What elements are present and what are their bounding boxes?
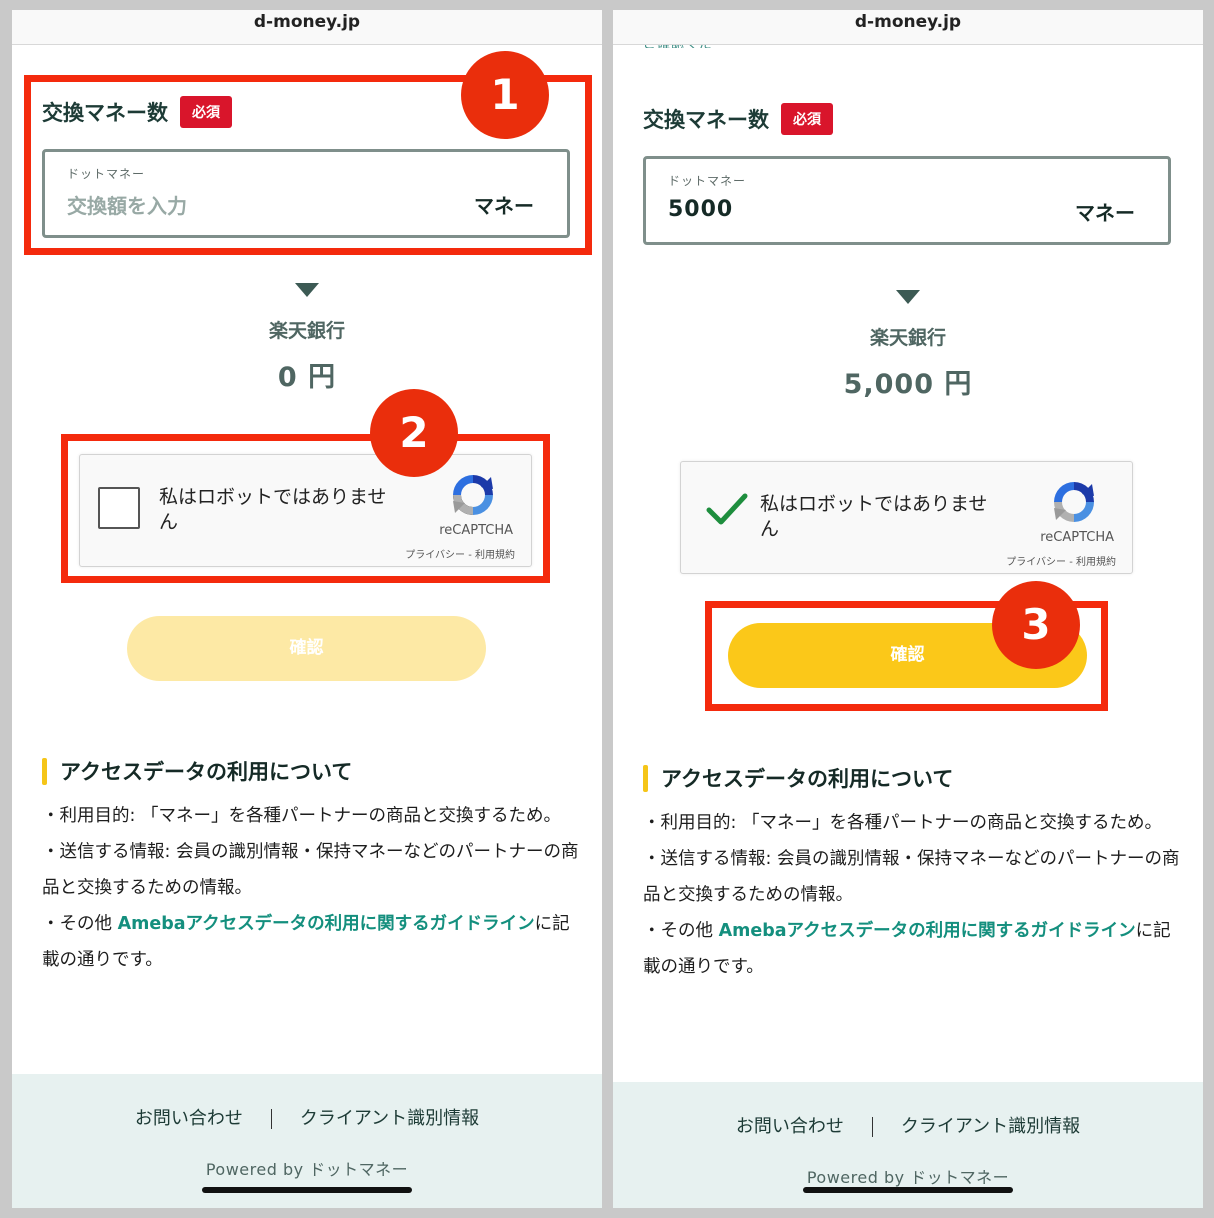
bank-amount: 5,000 円 xyxy=(843,369,973,400)
info-purpose: ・利用目的: 「マネー」を各種パートナーの商品と交換するため。 xyxy=(42,806,561,826)
heading-accent-bar xyxy=(643,764,648,792)
recaptcha-privacy-terms-links[interactable]: プライバシー - 利用規約 xyxy=(1006,553,1116,568)
access-data-heading: アクセスデータの利用について xyxy=(643,763,953,793)
footer-separator xyxy=(270,1109,272,1129)
client-info-link[interactable]: クライアント識別情報 xyxy=(901,1116,1080,1137)
contact-link[interactable]: お問い合わせ xyxy=(135,1108,243,1129)
footer: お問い合わせ クライアント識別情報 Powered by ドットマネー xyxy=(12,1074,602,1208)
amount-value: 5000 xyxy=(668,197,734,222)
step-marker-3: 3 xyxy=(992,581,1080,669)
footer: お問い合わせ クライアント識別情報 Powered by ドットマネー xyxy=(613,1082,1203,1208)
url-bar[interactable]: d-money.jp xyxy=(613,10,1203,45)
dot-money-caption: ドットマネー xyxy=(668,174,747,188)
home-indicator xyxy=(803,1187,1013,1193)
recaptcha-widget: 私はロボットではありません reCAPTCHA プライバシー - 利用規約 xyxy=(680,461,1133,574)
step-marker-2: 2 xyxy=(370,389,458,477)
heading-accent-bar xyxy=(42,757,47,785)
triangle-down-icon xyxy=(896,290,920,304)
exchange-amount-title: 交換マネー数 必須 xyxy=(643,103,833,135)
powered-by: Powered by ドットマネー xyxy=(806,1168,1010,1187)
bank-name: 楽天銀行 xyxy=(869,327,946,349)
info-other: ・その他 Amebaアクセスデータの利用に関するガイドラインに記載の通りです。 xyxy=(643,913,1183,985)
guideline-link[interactable]: Amebaアクセスデータの利用に関するガイドライン xyxy=(719,921,1136,941)
info-other: ・その他 Amebaアクセスデータの利用に関するガイドラインに記載の通りです。 xyxy=(42,906,582,978)
url-text: d-money.jp xyxy=(854,12,962,32)
contact-link[interactable]: お問い合わせ xyxy=(736,1116,844,1137)
footer-separator xyxy=(871,1117,873,1137)
bank-amount: 0 円 xyxy=(277,362,337,393)
access-data-body: ・利用目的: 「マネー」を各種パートナーの商品と交換するため。 ・送信する情報:… xyxy=(42,798,582,978)
info-purpose: ・利用目的: 「マネー」を各種パートナーの商品と交換するため。 xyxy=(643,813,1162,833)
url-bar[interactable]: d-money.jp xyxy=(12,10,602,45)
captcha-label: 私はロボットではありません xyxy=(760,493,988,540)
checkmark-icon[interactable] xyxy=(705,488,749,532)
guideline-link[interactable]: Amebaアクセスデータの利用に関するガイドライン xyxy=(118,914,535,934)
exchange-amount-input[interactable]: ドットマネー 5000 マネー xyxy=(643,156,1171,245)
client-info-link[interactable]: クライアント識別情報 xyxy=(300,1108,479,1129)
info-sent-data: ・送信する情報: 会員の識別情報・保持マネーなどのパートナーの商品と交換するため… xyxy=(42,842,579,898)
recaptcha-logo-icon xyxy=(1054,482,1094,522)
footer-links: お問い合わせ クライアント識別情報 xyxy=(12,1104,602,1130)
highlight-box-step-2 xyxy=(61,434,550,583)
info-other-prefix: ・その他 xyxy=(643,921,719,941)
url-text: d-money.jp xyxy=(253,12,361,32)
info-other-prefix: ・その他 xyxy=(42,914,118,934)
bank-name: 楽天銀行 xyxy=(268,320,345,342)
access-data-body: ・利用目的: 「マネー」を各種パートナーの商品と交換するため。 ・送信する情報:… xyxy=(643,805,1183,985)
exchange-amount-label: 交換マネー数 xyxy=(643,108,769,132)
info-sent-data: ・送信する情報: 会員の識別情報・保持マネーなどのパートナーの商品と交換するため… xyxy=(643,849,1180,905)
access-data-heading: アクセスデータの利用について xyxy=(42,756,352,786)
footer-links: お問い合わせ クライアント識別情報 xyxy=(613,1112,1203,1138)
money-unit-label: マネー xyxy=(1075,201,1135,225)
confirm-button[interactable]: 確認 xyxy=(127,616,486,681)
step-marker-1: 1 xyxy=(461,51,549,139)
triangle-down-icon xyxy=(295,283,319,297)
powered-by: Powered by ドットマネー xyxy=(205,1160,409,1179)
recaptcha-brand: reCAPTCHA xyxy=(1040,530,1114,545)
required-badge: 必須 xyxy=(781,103,833,135)
home-indicator xyxy=(202,1187,412,1193)
access-data-heading-text: アクセスデータの利用について xyxy=(60,760,353,784)
access-data-heading-text: アクセスデータの利用について xyxy=(661,767,954,791)
